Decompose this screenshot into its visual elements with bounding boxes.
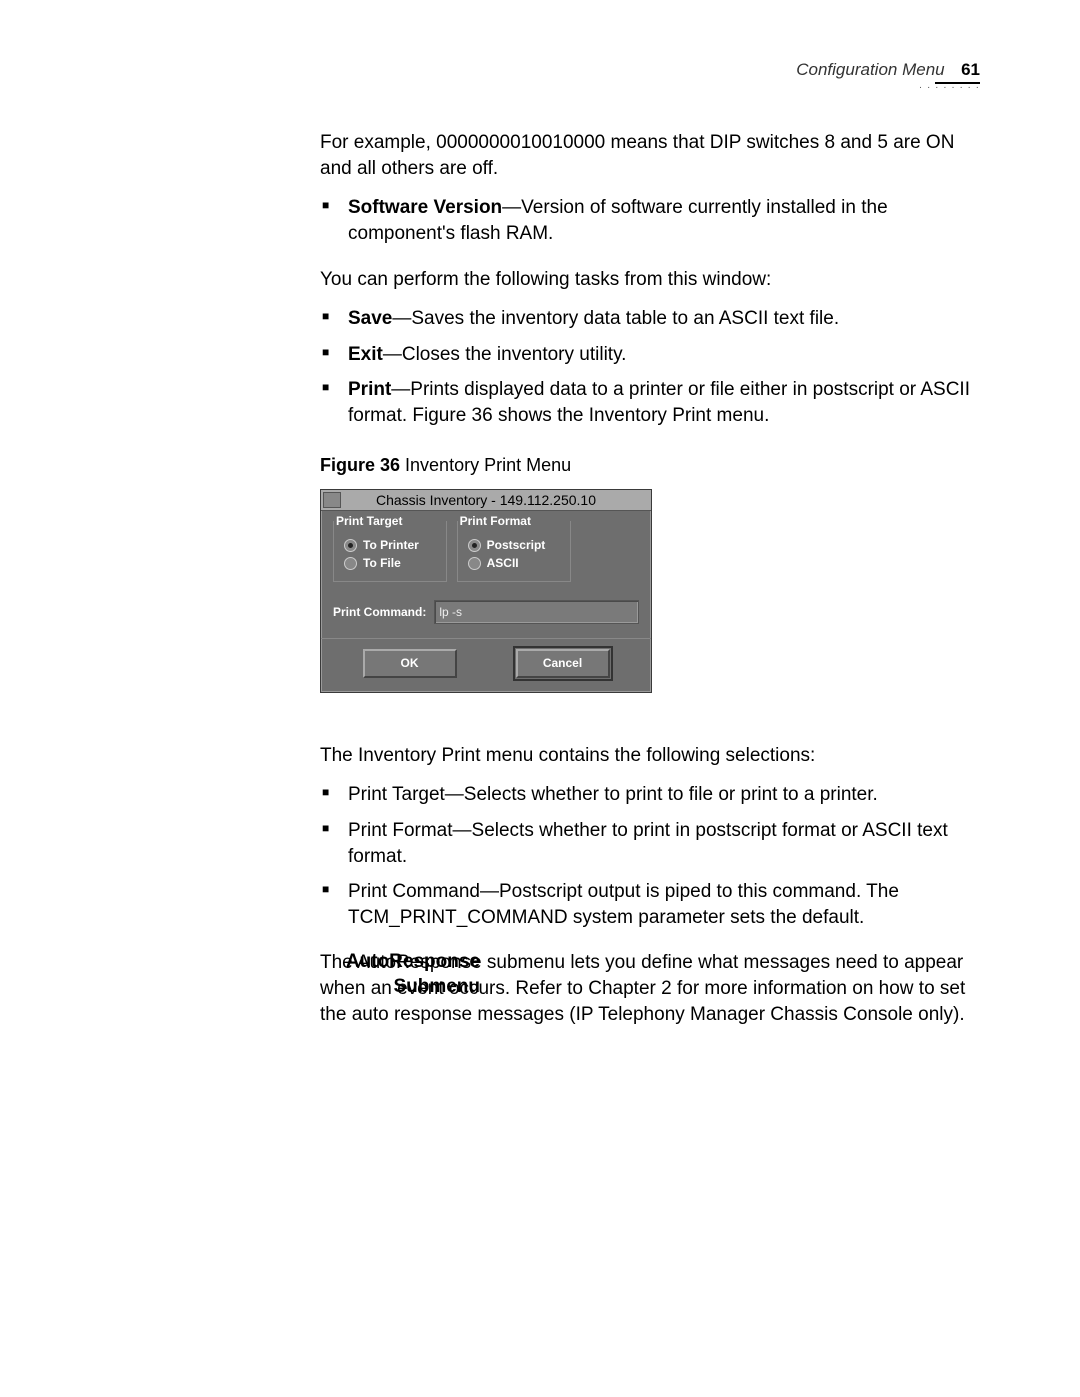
figure-caption-text: Inventory Print Menu xyxy=(400,455,571,475)
print-command-label: Print Command: xyxy=(333,604,426,620)
task-print-text: —Prints displayed data to a printer or f… xyxy=(348,379,970,426)
page-header: Configuration Menu 61 · · · · · · · · xyxy=(170,60,980,100)
task-print: Print—Prints displayed data to a printer… xyxy=(320,377,980,428)
dialog-separator xyxy=(321,638,651,639)
header-section-title: Configuration Menu xyxy=(796,60,944,79)
print-target-group: Print Target To Printer To File xyxy=(333,521,447,582)
print-target-group-title: Print Target xyxy=(334,513,404,529)
radio-postscript-label: Postscript xyxy=(487,537,546,553)
selections-list: Print Target—Selects whether to print to… xyxy=(320,782,980,930)
radio-icon xyxy=(468,539,481,552)
print-format-group-title: Print Format xyxy=(458,513,533,529)
dialog-titlebar: Chassis Inventory - 149.112.250.10 xyxy=(321,490,651,511)
radio-ascii-label: ASCII xyxy=(487,555,519,571)
print-format-group: Print Format Postscript ASCII xyxy=(457,521,571,582)
software-version-list: Software Version—Version of software cur… xyxy=(320,195,980,246)
header-page-number: 61 xyxy=(961,60,980,79)
system-menu-icon[interactable] xyxy=(323,492,341,508)
task-exit-text: —Closes the inventory utility. xyxy=(383,344,627,365)
radio-icon xyxy=(468,557,481,570)
selections-intro: The Inventory Print menu contains the fo… xyxy=(320,743,980,769)
selection-print-command: Print Command—Postscript output is piped… xyxy=(320,879,980,930)
radio-to-printer-label: To Printer xyxy=(363,537,419,553)
radio-icon xyxy=(344,557,357,570)
autoresponse-heading: AutoResponse Submenu xyxy=(340,950,480,999)
dip-example-text: For example, 0000000010010000 means that… xyxy=(320,130,980,181)
figure-caption: Figure 36 Inventory Print Menu xyxy=(320,453,980,477)
radio-to-printer[interactable]: To Printer xyxy=(344,537,436,553)
radio-icon xyxy=(344,539,357,552)
tasks-intro: You can perform the following tasks from… xyxy=(320,267,980,293)
task-exit: Exit—Closes the inventory utility. xyxy=(320,342,980,368)
task-exit-label: Exit xyxy=(348,344,383,365)
task-print-label: Print xyxy=(348,379,391,400)
header-dots: · · · · · · · · xyxy=(796,82,980,93)
print-command-input[interactable] xyxy=(434,600,639,624)
tasks-list: Save—Saves the inventory data table to a… xyxy=(320,306,980,429)
software-version-item: Software Version—Version of software cur… xyxy=(320,195,980,246)
task-save: Save—Saves the inventory data table to a… xyxy=(320,306,980,332)
task-save-label: Save xyxy=(348,308,392,329)
selection-print-target: Print Target—Selects whether to print to… xyxy=(320,782,980,808)
radio-to-file[interactable]: To File xyxy=(344,555,436,571)
inventory-print-dialog: Chassis Inventory - 149.112.250.10 Print… xyxy=(320,489,652,693)
ok-button[interactable]: OK xyxy=(363,649,457,677)
radio-ascii[interactable]: ASCII xyxy=(468,555,560,571)
radio-to-file-label: To File xyxy=(363,555,401,571)
dialog-title: Chassis Inventory - 149.112.250.10 xyxy=(376,492,596,508)
software-version-label: Software Version xyxy=(348,197,502,218)
figure-label: Figure 36 xyxy=(320,455,400,475)
selection-print-format: Print Format—Selects whether to print in… xyxy=(320,818,980,869)
task-save-text: —Saves the inventory data table to an AS… xyxy=(392,308,839,329)
cancel-button[interactable]: Cancel xyxy=(516,649,610,677)
radio-postscript[interactable]: Postscript xyxy=(468,537,560,553)
